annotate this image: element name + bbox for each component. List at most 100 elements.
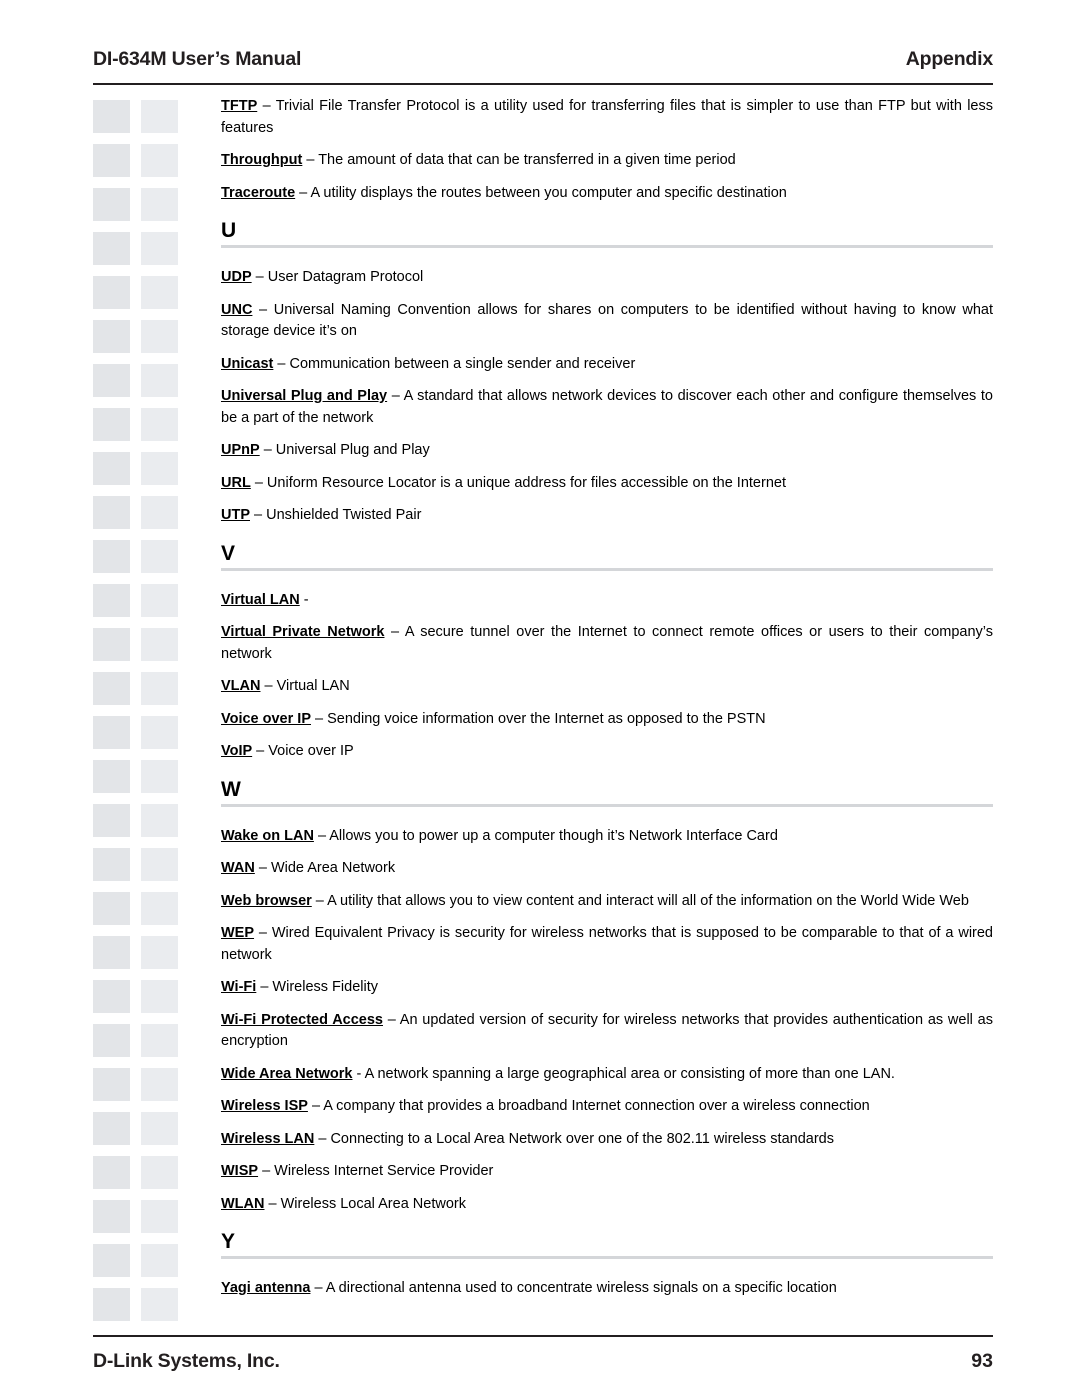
page-header: DI-634M User’s Manual Appendix [93,48,993,71]
decorative-square-row [93,628,201,661]
glossary-term: WISP [221,1163,259,1179]
decorative-square [93,1112,130,1145]
letter-divider [221,803,993,807]
decorative-square [93,232,130,265]
glossary-letter-heading: Y [221,1230,993,1262]
decorative-square [141,628,178,661]
glossary-term: Throughput [221,152,303,168]
glossary-entry: Universal Plug and Play – A standard tha… [221,386,993,429]
decorative-square [93,980,130,1013]
decorative-square [93,1068,130,1101]
glossary-definition: – Uniform Resource Locator is a unique a… [250,474,786,491]
glossary-content: TFTP – Trivial File Transfer Protocol is… [221,96,993,1311]
decorative-square-row [93,364,201,397]
decorative-square [141,936,178,969]
letter-label: U [221,219,237,242]
decorative-square [141,408,178,441]
section-title: Appendix [905,48,993,70]
decorative-square [93,496,130,529]
decorative-square [93,848,130,881]
decorative-square [93,1244,130,1277]
glossary-term: WEP [221,925,255,941]
decorative-square [141,452,178,485]
letter-label: W [221,777,241,801]
decorative-square-row [93,848,201,881]
decorative-square [141,1244,178,1277]
decorative-square-row [93,408,201,441]
glossary-definition: – A utility that allows you to view cont… [311,892,969,909]
glossary-entry: WAN – Wide Area Network [221,858,993,880]
glossary-term: Yagi antenna [221,1280,311,1296]
glossary-term: Universal Plug and Play [221,388,388,404]
decorative-square [141,760,178,793]
decorative-square [93,452,130,485]
decorative-square-row [93,584,201,617]
glossary-term: Unicast [221,355,274,372]
glossary-entry: TFTP – Trivial File Transfer Protocol is… [221,96,993,139]
glossary-definition: – Sending voice information over the Int… [311,710,766,727]
decorative-square-row [93,1068,201,1101]
decorative-square [93,540,130,573]
decorative-square [141,1112,178,1145]
decorative-square-row [93,452,201,485]
glossary-term: Virtual LAN [221,591,300,608]
decorative-square [93,804,130,837]
glossary-entry: Yagi antenna – A directional antenna use… [221,1278,993,1300]
glossary-definition: – User Datagram Protocol [251,269,424,285]
glossary-term: Traceroute [221,184,296,201]
glossary-definition: – Wireless Local Area Network [264,1195,466,1212]
glossary-definition: – Virtual LAN [260,678,350,694]
glossary-definition: – Wireless Fidelity [256,979,378,995]
glossary-entry: Virtual LAN - [221,590,993,612]
decorative-square [141,496,178,529]
glossary-term: Web browser [221,892,312,909]
glossary-definition: - [299,591,309,608]
decorative-square [141,100,178,133]
glossary-term: URL [221,474,251,491]
decorative-square [141,232,178,265]
decorative-square [141,320,178,353]
decorative-square-row [93,672,201,705]
decorative-square [141,540,178,573]
glossary-definition: – Wired Equivalent Privacy is security f… [221,925,993,963]
manual-title: DI-634M User’s Manual [93,48,302,70]
decorative-square-row [93,188,201,221]
decorative-square [93,100,130,133]
glossary-term: UNC [221,301,253,318]
glossary-entry: WEP – Wired Equivalent Privacy is securi… [221,923,993,966]
glossary-term: Voice over IP [221,710,311,727]
decorative-square [93,672,130,705]
decorative-square [93,760,130,793]
glossary-term: Wireless LAN [221,1130,315,1147]
decorative-square-row [93,1200,201,1233]
glossary-term: Wide Area Network [221,1065,353,1082]
decorative-square [141,848,178,881]
decorative-square-row [93,1112,201,1145]
decorative-square-row [93,936,201,969]
header-divider [93,83,993,85]
decorative-square [93,276,130,309]
decorative-square-row [93,144,201,177]
decorative-square [93,892,130,925]
glossary-term: UDP [221,269,252,285]
glossary-term: VLAN [221,678,261,694]
glossary-entry: Traceroute – A utility displays the rout… [221,183,993,205]
decorative-square [93,188,130,221]
decorative-square [141,188,178,221]
decorative-square-row [93,232,201,265]
glossary-definition: – Trivial File Transfer Protocol is a ut… [221,98,993,136]
decorative-square-row [93,540,201,573]
glossary-entry: WLAN – Wireless Local Area Network [221,1194,993,1216]
decorative-square [93,1200,130,1233]
decorative-square [141,980,178,1013]
glossary-definition: – Wide Area Network [254,860,396,876]
decorative-square [93,1024,130,1057]
decorative-square-row [93,804,201,837]
glossary-definition: – The amount of data that can be transfe… [302,152,736,168]
glossary-term: Virtual Private Network [221,624,385,640]
glossary-entry: Wake on LAN – Allows you to power up a c… [221,826,993,848]
decorative-square-row [93,1244,201,1277]
company-name: D-Link Systems, Inc. [93,1350,280,1372]
glossary-term: Wi-Fi [221,979,257,995]
decorative-square [141,892,178,925]
